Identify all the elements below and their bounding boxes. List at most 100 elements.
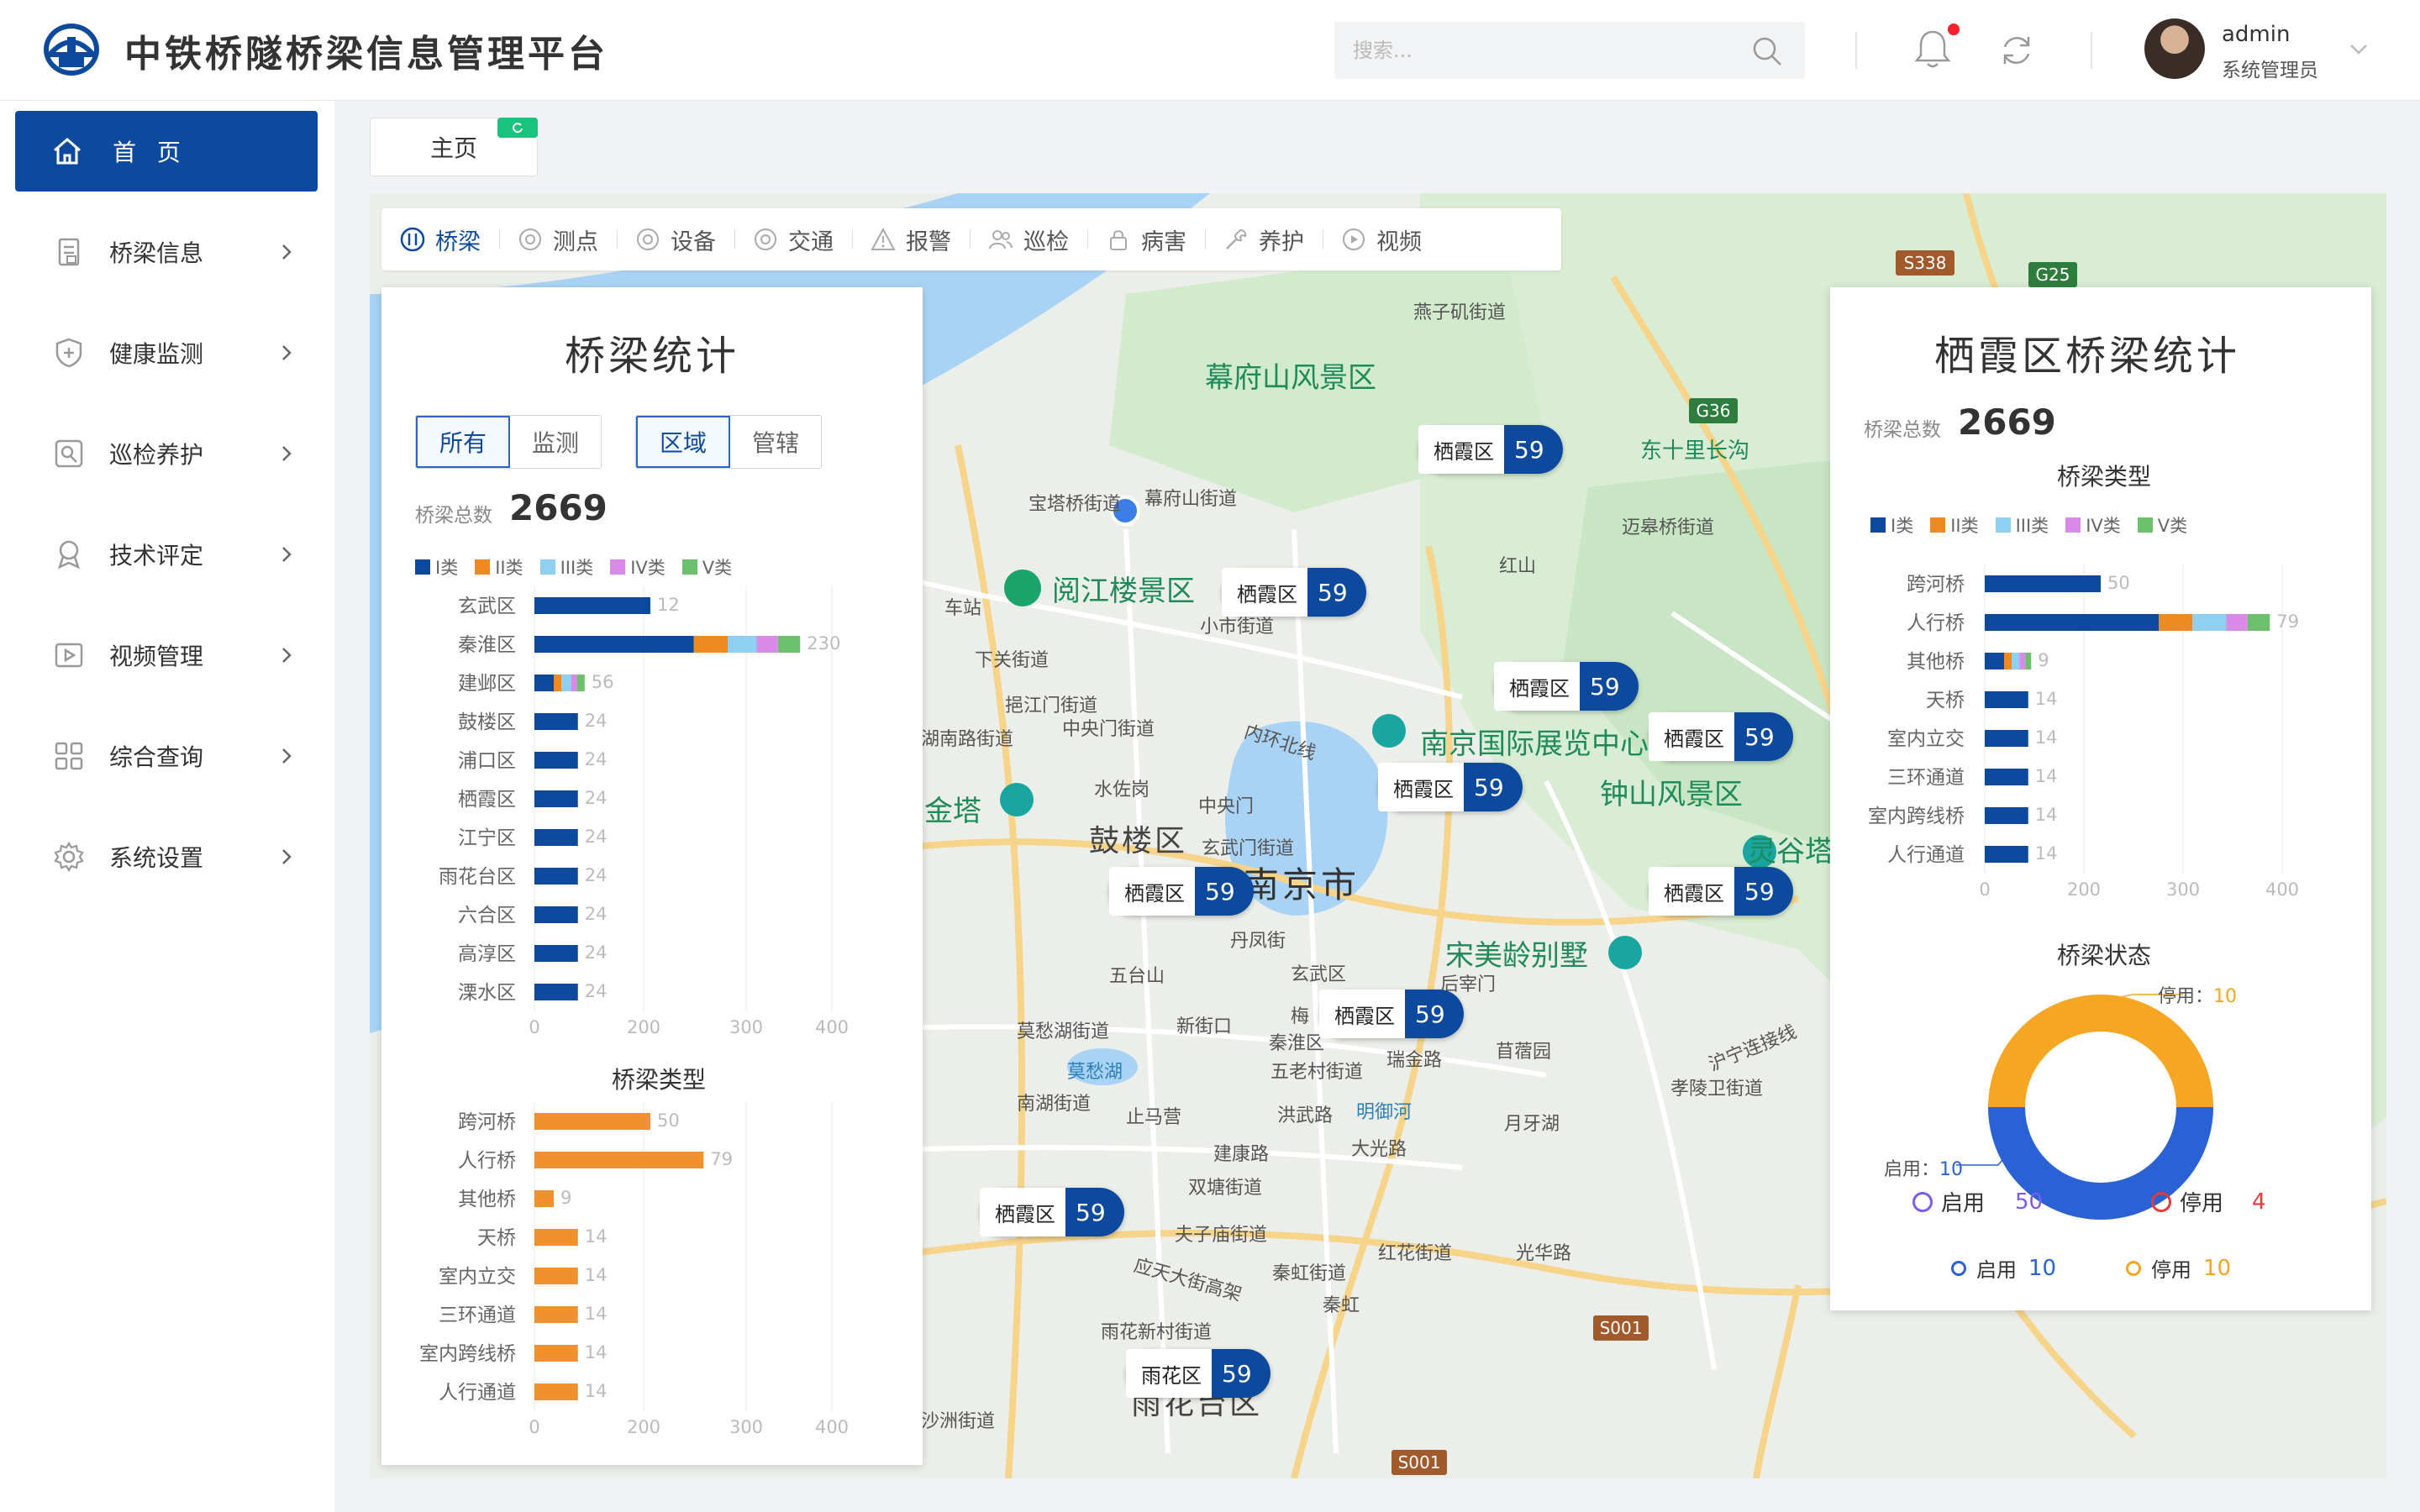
map-label: 灵谷塔 bbox=[1748, 835, 1833, 869]
legend-item: III类 bbox=[539, 554, 594, 580]
bridge-marker[interactable]: 栖霞区 59 bbox=[1109, 867, 1254, 916]
bar-segment bbox=[1985, 846, 2028, 863]
map-label: 光华路 bbox=[1516, 1243, 1572, 1264]
bar-segment bbox=[1985, 807, 2028, 824]
category-traffic[interactable]: 交通 bbox=[734, 208, 852, 270]
status-callout-enabled: 启用：10 bbox=[1884, 1154, 1963, 1181]
map-label: 幕府山风景区 bbox=[1205, 361, 1376, 395]
filter-all-button[interactable]: 所有 bbox=[416, 416, 511, 468]
category-measure-point[interactable]: 测点 bbox=[499, 208, 617, 270]
bridge-marker[interactable]: 栖霞区 59 bbox=[1319, 990, 1464, 1038]
sidebar-item-inspection[interactable]: 巡检养护 bbox=[15, 413, 318, 494]
chevron-right-icon bbox=[282, 849, 292, 864]
bar bbox=[534, 1152, 704, 1168]
legend-label: IV类 bbox=[630, 558, 666, 578]
category-label: 设备 bbox=[671, 228, 716, 255]
map-label: 秦虹 bbox=[1323, 1295, 1360, 1316]
marker-count: 59 bbox=[1504, 425, 1563, 474]
search-box bbox=[1334, 22, 1805, 79]
marker-name: 栖霞区 bbox=[1109, 867, 1195, 916]
marker-count: 59 bbox=[1405, 990, 1464, 1038]
category-device[interactable]: 设备 bbox=[617, 208, 734, 270]
category-alarm[interactable]: 报警 bbox=[852, 208, 970, 270]
bridge-marker[interactable]: 栖霞区 59 bbox=[1494, 662, 1639, 711]
filter-region-button[interactable]: 区域 bbox=[636, 416, 731, 468]
sidebar-item-tech-assessment[interactable]: 技术评定 bbox=[15, 514, 318, 595]
category-video[interactable]: 视频 bbox=[1323, 208, 1440, 270]
bar-segment bbox=[728, 636, 757, 653]
header-divider bbox=[1855, 32, 1857, 69]
category-disease[interactable]: 病害 bbox=[1087, 208, 1205, 270]
chevron-right-icon bbox=[282, 648, 292, 663]
data-label: 24 bbox=[585, 904, 608, 924]
sidebar-item-settings[interactable]: 系统设置 bbox=[15, 816, 318, 897]
svg-text:S338: S338 bbox=[1904, 253, 1947, 273]
tab-refresh-badge[interactable] bbox=[497, 118, 538, 138]
map-label: 东十里长沟 bbox=[1640, 438, 1750, 464]
legend-swatch bbox=[681, 559, 697, 575]
legend-enabled[interactable]: 启用 10 bbox=[1951, 1253, 2056, 1283]
user-name[interactable]: admin bbox=[2222, 22, 2290, 47]
category-label: 桥梁 bbox=[435, 228, 481, 255]
category-label: 视频 bbox=[1376, 228, 1422, 255]
filter-jurisdiction-button[interactable]: 管辖 bbox=[730, 416, 821, 468]
filter-monitored-button[interactable]: 监测 bbox=[510, 416, 601, 468]
avatar[interactable] bbox=[2144, 18, 2205, 79]
map-label: 洪武路 bbox=[1277, 1105, 1334, 1126]
data-label: 14 bbox=[2035, 766, 2058, 786]
refresh-icon[interactable] bbox=[1996, 30, 2037, 71]
inspection-icon bbox=[55, 439, 83, 468]
legend-value: 10 bbox=[2028, 1255, 2057, 1281]
map-label: 五老村街道 bbox=[1270, 1062, 1364, 1083]
bar-segment bbox=[534, 945, 578, 962]
bridge-marker[interactable]: 栖霞区 59 bbox=[1418, 425, 1563, 474]
bar-segment bbox=[2004, 653, 2012, 669]
sidebar-item-query[interactable]: 综合查询 bbox=[15, 716, 318, 796]
x-tick-label: 300 bbox=[729, 1417, 763, 1437]
warning-icon bbox=[871, 227, 896, 250]
refresh-icon bbox=[513, 123, 523, 134]
legend-swatch bbox=[2065, 517, 2081, 533]
search-icon[interactable] bbox=[1751, 35, 1783, 67]
chevron-down-icon[interactable] bbox=[2346, 37, 2371, 62]
chart-title: 桥梁状态 bbox=[2057, 942, 2152, 969]
bar-segment bbox=[1985, 653, 2004, 669]
category-label: 跨河桥 bbox=[458, 1111, 516, 1133]
bridge-marker[interactable]: 栖霞区 59 bbox=[1649, 712, 1793, 761]
data-label: 14 bbox=[2035, 805, 2058, 825]
bridge-marker[interactable]: 栖霞区 59 bbox=[980, 1188, 1124, 1236]
chart-title: 桥梁类型 bbox=[612, 1066, 707, 1094]
bar-segment bbox=[2226, 614, 2248, 631]
circle-icon bbox=[2151, 1191, 2171, 1212]
bridge-marker[interactable]: 雨花区 59 bbox=[1126, 1349, 1270, 1398]
map-label: 丹凤街 bbox=[1230, 931, 1286, 952]
bridge-marker[interactable]: 栖霞区 59 bbox=[1222, 568, 1366, 617]
category-label: 浦口区 bbox=[458, 750, 516, 772]
status-donut-chart bbox=[1956, 994, 2213, 1220]
marker-count: 59 bbox=[1212, 1349, 1270, 1398]
category-maintenance[interactable]: 养护 bbox=[1205, 208, 1323, 270]
legend-label: III类 bbox=[2015, 516, 2049, 536]
sidebar-item-video[interactable]: 视频管理 bbox=[15, 615, 318, 696]
bridge-marker[interactable]: 栖霞区 59 bbox=[1649, 867, 1793, 916]
category-bridge[interactable]: 桥梁 bbox=[381, 208, 499, 270]
sidebar-item-bridge-info[interactable]: 桥梁信息 bbox=[15, 212, 318, 292]
legend-label: III类 bbox=[560, 558, 594, 578]
data-label: 14 bbox=[2035, 727, 2058, 748]
sidebar-item-health-monitoring[interactable]: 健康监测 bbox=[15, 312, 318, 393]
map-label: 玄武区 bbox=[1291, 964, 1347, 985]
bar bbox=[534, 1190, 554, 1207]
category-label: 溧水区 bbox=[458, 982, 516, 1004]
sidebar-item-home[interactable]: 首 页 bbox=[15, 111, 318, 192]
map-label: 苜蓿园 bbox=[1496, 1042, 1552, 1063]
bridge-marker[interactable]: 栖霞区 59 bbox=[1378, 763, 1523, 811]
category-label: 高淳区 bbox=[458, 943, 516, 965]
donut-slice bbox=[1988, 995, 2213, 1107]
category-label: 其他桥 bbox=[458, 1189, 516, 1210]
category-label: 天桥 bbox=[477, 1227, 516, 1249]
legend-disabled[interactable]: 停用 10 bbox=[2126, 1253, 2231, 1283]
circle-icon bbox=[1951, 1260, 1966, 1276]
category-patrol[interactable]: 巡检 bbox=[970, 208, 1087, 270]
marker-count: 59 bbox=[1464, 763, 1523, 811]
search-input[interactable] bbox=[1334, 22, 1729, 79]
